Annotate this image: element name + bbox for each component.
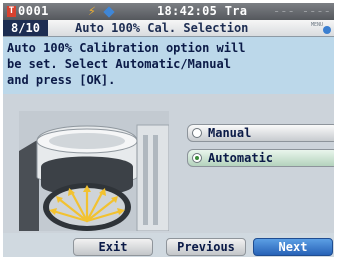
status-bar: T 0001 ⚡ 18:42:05 Tra --- ----	[3, 3, 334, 20]
instruction-line-2: be set. Select Automatic/Manual	[7, 57, 231, 71]
option-automatic[interactable]: Automatic	[187, 149, 334, 167]
status-time-mode: 18:42:05 Tra	[157, 4, 247, 19]
instrument-screen: T 0001 ⚡ 18:42:05 Tra --- ---- 8/10 Auto…	[3, 3, 334, 257]
option-automatic-label: Automatic	[208, 151, 274, 165]
menu-icon[interactable]: MENU	[311, 22, 333, 34]
calibration-cap-illustration	[19, 111, 169, 231]
previous-button[interactable]: Previous	[166, 238, 246, 256]
measurement-number: 0001	[18, 4, 49, 18]
menu-icon-label: MENU	[311, 22, 324, 28]
exit-button[interactable]: Exit	[73, 238, 153, 256]
instruction-line-1: Auto 100% Calibration option will	[7, 41, 246, 55]
diamond-icon	[103, 6, 115, 18]
target-t-icon: T	[7, 6, 16, 17]
option-manual-label: Manual	[208, 126, 252, 140]
manual-radio[interactable]	[192, 128, 202, 138]
status-dashes: --- ----	[273, 4, 331, 18]
menu-circle-icon	[323, 26, 331, 34]
measurement-mode: Tra	[224, 4, 248, 18]
instruction-text: Auto 100% Calibration option will be set…	[7, 40, 332, 88]
step-indicator: 8/10	[3, 20, 48, 36]
automatic-radio[interactable]	[192, 153, 202, 163]
page-title: Auto 100% Cal. Selection	[75, 21, 249, 35]
title-bar: 8/10 Auto 100% Cal. Selection MENU	[3, 20, 334, 37]
lightning-icon: ⚡	[88, 4, 96, 19]
option-manual[interactable]: Manual	[187, 124, 334, 142]
clock-time: 18:42:05	[157, 4, 218, 18]
instruction-line-3: and press [OK].	[7, 73, 116, 87]
next-button[interactable]: Next	[253, 238, 333, 256]
